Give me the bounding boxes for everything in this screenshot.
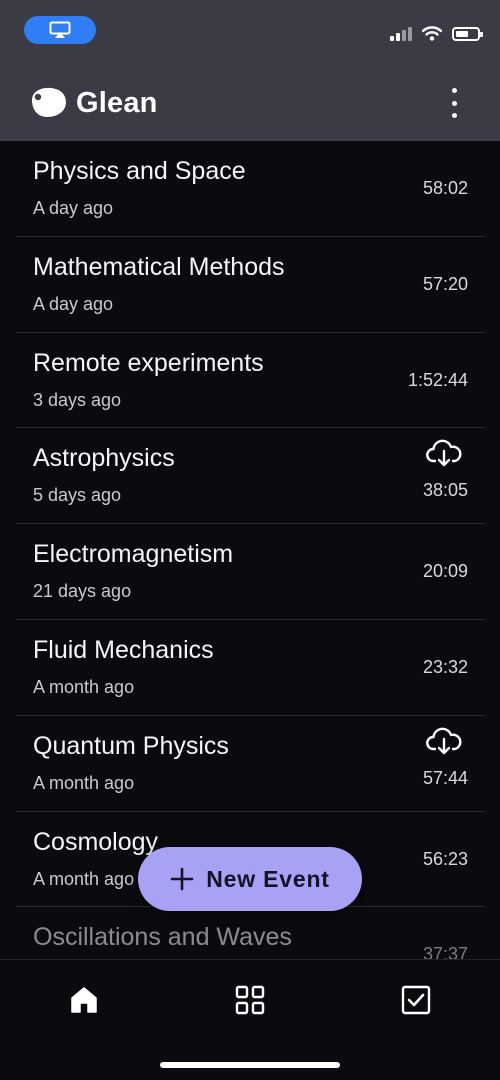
glean-logo-icon <box>32 87 66 117</box>
battery-icon <box>452 26 483 41</box>
new-event-label: New Event <box>206 865 330 892</box>
wifi-icon <box>422 26 442 41</box>
screen-mirroring-indicator[interactable] <box>24 16 96 44</box>
more-options-button[interactable] <box>448 88 460 118</box>
event-title: Physics and Space <box>33 157 246 185</box>
event-title: Oscillations and Waves <box>33 923 292 952</box>
event-title: Electromagnetism <box>33 540 234 569</box>
event-row[interactable]: Mathematical Methods A day ago 57:20 <box>16 237 484 333</box>
event-date: 3 days ago <box>33 389 122 410</box>
event-date: A month ago <box>33 676 135 697</box>
home-icon <box>71 987 97 1013</box>
header: Glean <box>0 0 500 141</box>
event-title: Remote experiments <box>33 348 264 377</box>
event-row[interactable]: Oscillations and Waves 37:37 <box>16 907 484 959</box>
event-duration: 1:52:44 <box>407 369 468 390</box>
event-date: 5 days ago <box>33 485 122 506</box>
event-duration: 37:37 <box>422 944 468 959</box>
status-bar <box>0 0 500 60</box>
event-duration: 57:20 <box>422 273 468 294</box>
event-date: 21 days ago <box>33 581 132 602</box>
event-row[interactable]: Fluid Mechanics A month ago 23:32 <box>16 620 484 716</box>
event-title: Astrophysics <box>33 444 175 473</box>
event-title: Mathematical Methods <box>33 252 285 281</box>
new-event-button[interactable]: New Event <box>138 847 362 911</box>
cloud-download-icon[interactable] <box>426 726 462 756</box>
grid-icon <box>235 985 265 1015</box>
nav-grid-button[interactable] <box>230 980 270 1020</box>
nav-home-button[interactable] <box>64 980 104 1020</box>
event-row[interactable]: Quantum Physics A month ago 57:44 <box>16 716 484 812</box>
app-title: Glean <box>76 86 158 119</box>
event-row[interactable]: Physics and Space A day ago 58:02 <box>16 141 484 237</box>
event-duration: 58:02 <box>422 178 468 198</box>
event-title: Fluid Mechanics <box>33 635 214 664</box>
app-logo: Glean <box>28 86 158 120</box>
home-indicator[interactable] <box>160 1062 340 1068</box>
event-date: A month ago <box>33 868 135 889</box>
event-title: Quantum Physics <box>33 731 229 760</box>
event-row[interactable]: Electromagnetism 21 days ago 20:09 <box>16 524 484 620</box>
screen-mirroring-icon <box>49 21 71 38</box>
cellular-signal-icon <box>390 26 412 41</box>
event-date: A day ago <box>33 293 114 314</box>
event-date: A day ago <box>33 198 114 218</box>
event-duration: 57:44 <box>422 767 468 788</box>
nav-tasks-button[interactable] <box>396 980 436 1020</box>
event-date: A month ago <box>33 772 135 793</box>
event-title: Cosmology <box>33 827 159 856</box>
event-duration: 20:09 <box>422 561 468 582</box>
more-vertical-icon <box>451 88 457 93</box>
event-row[interactable]: Remote experiments 3 days ago 1:52:44 <box>16 333 484 429</box>
event-duration: 23:32 <box>422 656 468 677</box>
status-icons <box>390 26 483 41</box>
event-row[interactable]: Astrophysics 5 days ago 38:05 <box>16 428 484 525</box>
cloud-download-icon[interactable] <box>426 438 462 468</box>
app-bar: Glean <box>0 78 500 130</box>
plus-icon <box>170 867 194 891</box>
event-duration: 56:23 <box>422 848 468 869</box>
event-duration: 38:05 <box>422 480 468 501</box>
checkbox-icon <box>401 985 431 1015</box>
event-list: Physics and Space A day ago 58:02 Mathemati… <box>0 141 500 959</box>
